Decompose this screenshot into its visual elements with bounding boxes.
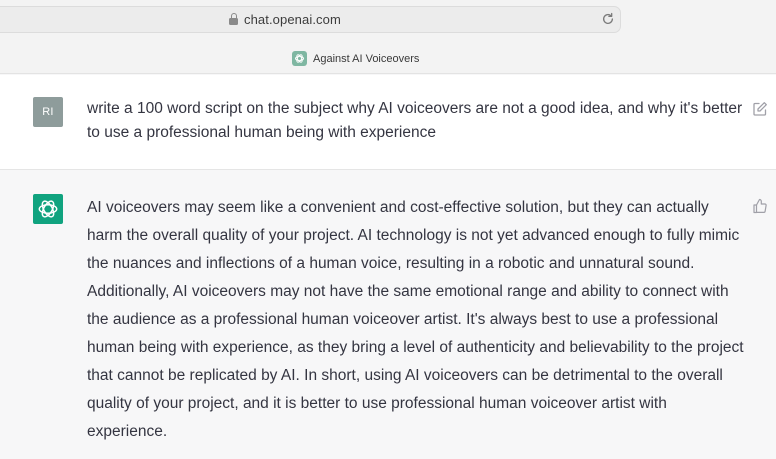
url-text: chat.openai.com	[244, 11, 341, 27]
openai-favicon	[292, 51, 307, 66]
assistant-message-row: AI voiceovers may seem like a convenient…	[0, 171, 776, 459]
user-message-row: RI write a 100 word script on the subjec…	[0, 75, 776, 170]
url-display[interactable]: chat.openai.com	[229, 11, 341, 27]
user-message-text: write a 100 word script on the subject w…	[87, 100, 743, 141]
edit-icon[interactable]	[752, 101, 768, 117]
tab-title: Against AI Voiceovers	[313, 52, 420, 65]
user-avatar: RI	[33, 97, 63, 127]
assistant-message-text: AI voiceovers may seem like a convenient…	[87, 199, 744, 440]
reload-icon[interactable]	[601, 12, 615, 26]
thumbs-up-icon[interactable]	[752, 198, 768, 214]
browser-toolbar: chat.openai.com Against AI Voiceovers	[0, 0, 776, 74]
chatgpt-avatar-icon	[33, 194, 63, 224]
lock-icon	[229, 13, 238, 25]
tab[interactable]: Against AI Voiceovers	[292, 51, 419, 66]
